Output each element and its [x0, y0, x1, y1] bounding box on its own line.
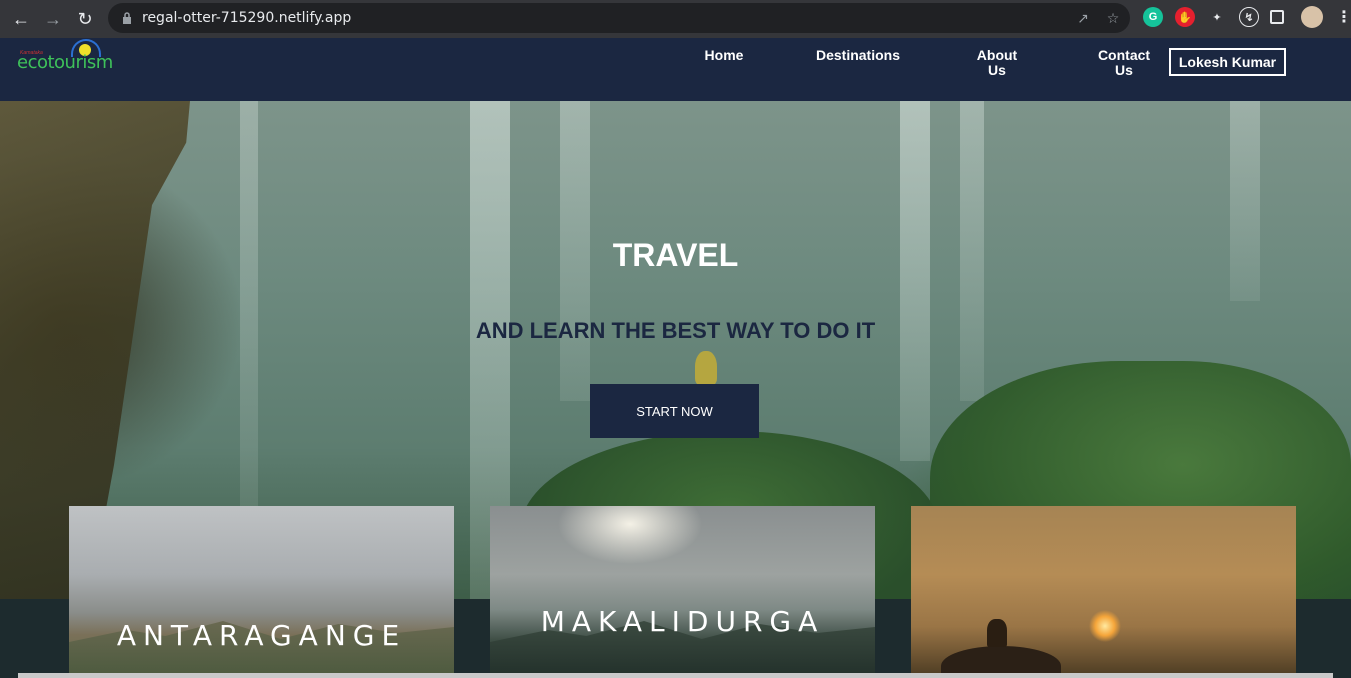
nav-home[interactable]: Home: [699, 48, 749, 63]
user-button[interactable]: Lokesh Kumar: [1169, 48, 1286, 76]
address-bar[interactable]: regal-otter-715290.netlify.app ↗ ☆: [108, 3, 1130, 33]
waterfall-stream: [900, 101, 930, 461]
bookmark-star-icon[interactable]: ☆: [1104, 9, 1122, 27]
logo-text: ecotourism: [17, 52, 113, 73]
avatar[interactable]: [1301, 6, 1323, 28]
lock-icon[interactable]: [120, 11, 134, 25]
share-icon[interactable]: ↗: [1074, 9, 1092, 27]
card-label: ANTARAGANGE: [116, 619, 407, 652]
waterfall-stream: [240, 101, 258, 521]
browser-toolbar: ← → ↻ regal-otter-715290.netlify.app ↗ ☆…: [0, 0, 1351, 38]
destination-card-sunset[interactable]: [911, 506, 1296, 678]
destination-card-antaragange[interactable]: ANTARAGANGE: [69, 506, 454, 678]
hero-section: TRAVEL AND LEARN THE BEST WAY TO DO IT S…: [0, 101, 1351, 678]
start-now-button[interactable]: START NOW: [590, 384, 759, 438]
side-panel-icon[interactable]: [1270, 10, 1284, 24]
adblock-icon[interactable]: ✋: [1175, 7, 1195, 27]
url-text[interactable]: regal-otter-715290.netlify.app: [142, 10, 351, 26]
reload-icon[interactable]: ↻: [74, 8, 96, 30]
lightning-icon[interactable]: ↯: [1239, 7, 1259, 27]
horizontal-scrollbar[interactable]: [18, 673, 1333, 678]
nav-contact-us[interactable]: Contact Us: [1094, 48, 1154, 78]
person-silhouette: [987, 619, 1007, 647]
back-arrow-icon[interactable]: ←: [10, 8, 32, 30]
site-header: Karnataka ecotourism Home Destinations A…: [0, 38, 1351, 101]
grammarly-icon[interactable]: G: [1143, 7, 1163, 27]
hero-subtitle: AND LEARN THE BEST WAY TO DO IT: [475, 318, 876, 343]
more-menu-icon[interactable]: ⋮: [1334, 7, 1351, 27]
nav-destinations[interactable]: Destinations: [808, 48, 908, 63]
hiker-figure: [695, 351, 717, 385]
logo[interactable]: Karnataka ecotourism: [17, 38, 117, 78]
hero-title: TRAVEL: [612, 237, 739, 273]
nav-about-us[interactable]: About Us: [970, 48, 1024, 78]
forward-arrow-icon[interactable]: →: [42, 8, 64, 30]
puzzle-icon[interactable]: ✦: [1207, 7, 1227, 27]
card-label: MAKALIDURGA: [540, 605, 825, 638]
destination-card-makalidurga[interactable]: MAKALIDURGA: [490, 506, 875, 678]
